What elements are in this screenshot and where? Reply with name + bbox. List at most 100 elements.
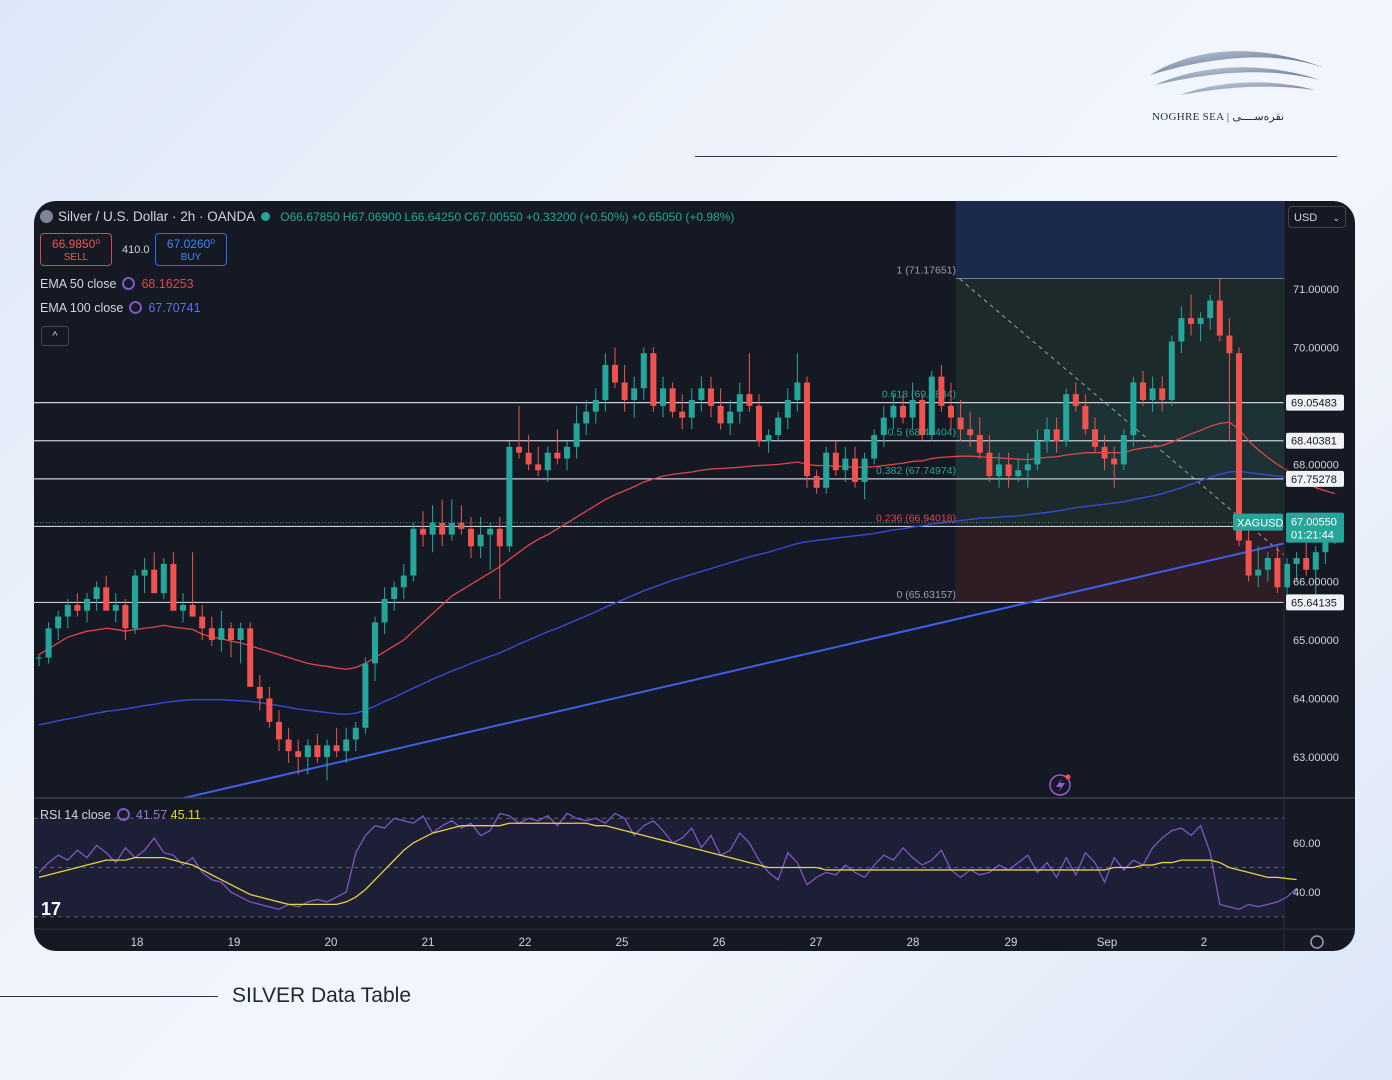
- time-tick-label: 21: [422, 937, 435, 949]
- candle-body: [487, 528, 494, 535]
- candle-body: [1293, 558, 1300, 564]
- candle-body: [948, 405, 954, 418]
- wave-logo-icon: [1150, 51, 1325, 95]
- candle-body: [112, 604, 119, 611]
- candle-body: [276, 721, 282, 740]
- candle-body: [304, 745, 311, 758]
- candle-body: [688, 400, 695, 418]
- collapse-legend-button[interactable]: ^: [41, 326, 69, 346]
- price-tag-label: 69.05483: [1291, 398, 1337, 410]
- ema100-label: EMA 100 close: [40, 301, 124, 315]
- rsi-value: 41.57: [135, 808, 168, 822]
- time-tick-label: 27: [810, 937, 823, 949]
- chart-frame[interactable]: 1 (71.17651)0.618 (69.7834)0.5 (68.40404…: [34, 201, 1355, 951]
- candle-body: [976, 435, 983, 453]
- candle-body: [564, 446, 570, 459]
- time-tick-label: 18: [131, 937, 144, 949]
- candle-body: [1130, 382, 1137, 436]
- candle-body: [237, 628, 244, 640]
- candle-body: [1101, 446, 1108, 459]
- currency-select[interactable]: ⌄ USD: [1288, 206, 1346, 228]
- divider-bottom: [0, 996, 218, 997]
- rsi-legend[interactable]: RSI 14 close 41.57 45.11: [40, 808, 201, 822]
- candle-body: [1092, 429, 1098, 447]
- candle-body: [765, 435, 772, 441]
- candle-body: [333, 745, 340, 752]
- currency-label: USD: [1294, 212, 1318, 224]
- candle-body: [756, 405, 762, 441]
- candle-body: [669, 388, 676, 412]
- candle-body: [813, 476, 820, 488]
- buy-price: 67.0260⁰: [166, 237, 216, 251]
- candle-body: [343, 739, 350, 752]
- ema50-legend[interactable]: EMA 50 close 68.16253: [40, 277, 194, 291]
- candle-body: [381, 599, 388, 623]
- candle-body: [804, 382, 810, 477]
- lightning-bolt-icon: [1056, 778, 1065, 793]
- fib-label: 0.382 (67.74974): [876, 465, 956, 477]
- ohlc-low: L66.64250: [404, 210, 462, 224]
- candle-body: [314, 745, 321, 758]
- buy-label: BUY: [180, 252, 202, 263]
- candle-body: [295, 751, 302, 758]
- candle-body: [324, 745, 330, 758]
- candle-body: [55, 616, 62, 629]
- candle-body: [746, 394, 753, 406]
- time-tick-label: 26: [713, 937, 726, 949]
- spread-value: 410.0: [122, 244, 150, 256]
- sell-label: SELL: [63, 252, 89, 263]
- rsi-ma-value: 45.11: [170, 808, 201, 822]
- refresh-icon[interactable]: [122, 277, 136, 290]
- candle-body: [93, 587, 100, 599]
- buy-button[interactable]: 67.0260⁰ BUY: [155, 233, 227, 266]
- ema100-legend[interactable]: EMA 100 close 67.70741: [40, 301, 201, 315]
- price-tick-label: 64.00000: [1293, 694, 1339, 706]
- countdown-label: 01:21:44: [1291, 530, 1334, 542]
- symbol-title: Silver / U.S. Dollar · 2h · OANDA: [58, 209, 256, 224]
- candle-body: [736, 394, 743, 412]
- candle-body: [602, 364, 609, 400]
- price-chart[interactable]: 1 (71.17651)0.618 (69.7834)0.5 (68.40404…: [34, 201, 1355, 951]
- time-tick-label: 25: [616, 937, 629, 949]
- candle-body: [832, 452, 839, 471]
- price-tick-label: 63.00000: [1293, 752, 1339, 764]
- candle-body: [775, 417, 782, 436]
- sell-button[interactable]: 66.9850⁰ SELL: [40, 233, 112, 266]
- candle-body: [1024, 464, 1031, 471]
- candle-body: [1207, 300, 1214, 319]
- candle-body: [420, 528, 426, 535]
- refresh-icon[interactable]: [129, 301, 143, 314]
- candle-body: [496, 528, 503, 547]
- candle-body: [180, 604, 186, 611]
- settings-icon[interactable]: [1310, 935, 1324, 949]
- candle-body: [400, 575, 407, 588]
- candle-body: [871, 435, 878, 459]
- price-tick-label: 70.00000: [1293, 342, 1339, 354]
- candle-body: [1111, 458, 1118, 465]
- candle-body: [1274, 558, 1281, 588]
- candle-body: [352, 727, 359, 740]
- candle-body: [477, 534, 484, 547]
- candle-body: [919, 400, 926, 436]
- candle-body: [1188, 318, 1194, 324]
- refresh-icon[interactable]: [116, 808, 130, 821]
- candle-body: [1082, 405, 1089, 430]
- candle-body: [362, 663, 369, 728]
- time-tick-label: 19: [228, 937, 241, 949]
- candle-body: [1044, 429, 1050, 441]
- fib-label: 0 (65.63157): [896, 589, 956, 601]
- ema50-value: 68.16253: [141, 277, 194, 291]
- candle-body: [679, 411, 686, 418]
- candle-body: [103, 587, 110, 611]
- ohlc-change: +0.33200 (+0.50%): [525, 210, 629, 224]
- candle-body: [535, 464, 542, 471]
- candle-body: [468, 528, 474, 547]
- candle-body: [1284, 563, 1290, 588]
- candle-body: [199, 616, 206, 629]
- candle-body: [621, 382, 628, 400]
- brand-name-fa: نقره‌ســــی: [1232, 111, 1285, 123]
- candle-body: [1245, 540, 1252, 576]
- candle-body: [1255, 569, 1262, 576]
- candle-body: [218, 628, 225, 640]
- candle-body: [852, 458, 858, 482]
